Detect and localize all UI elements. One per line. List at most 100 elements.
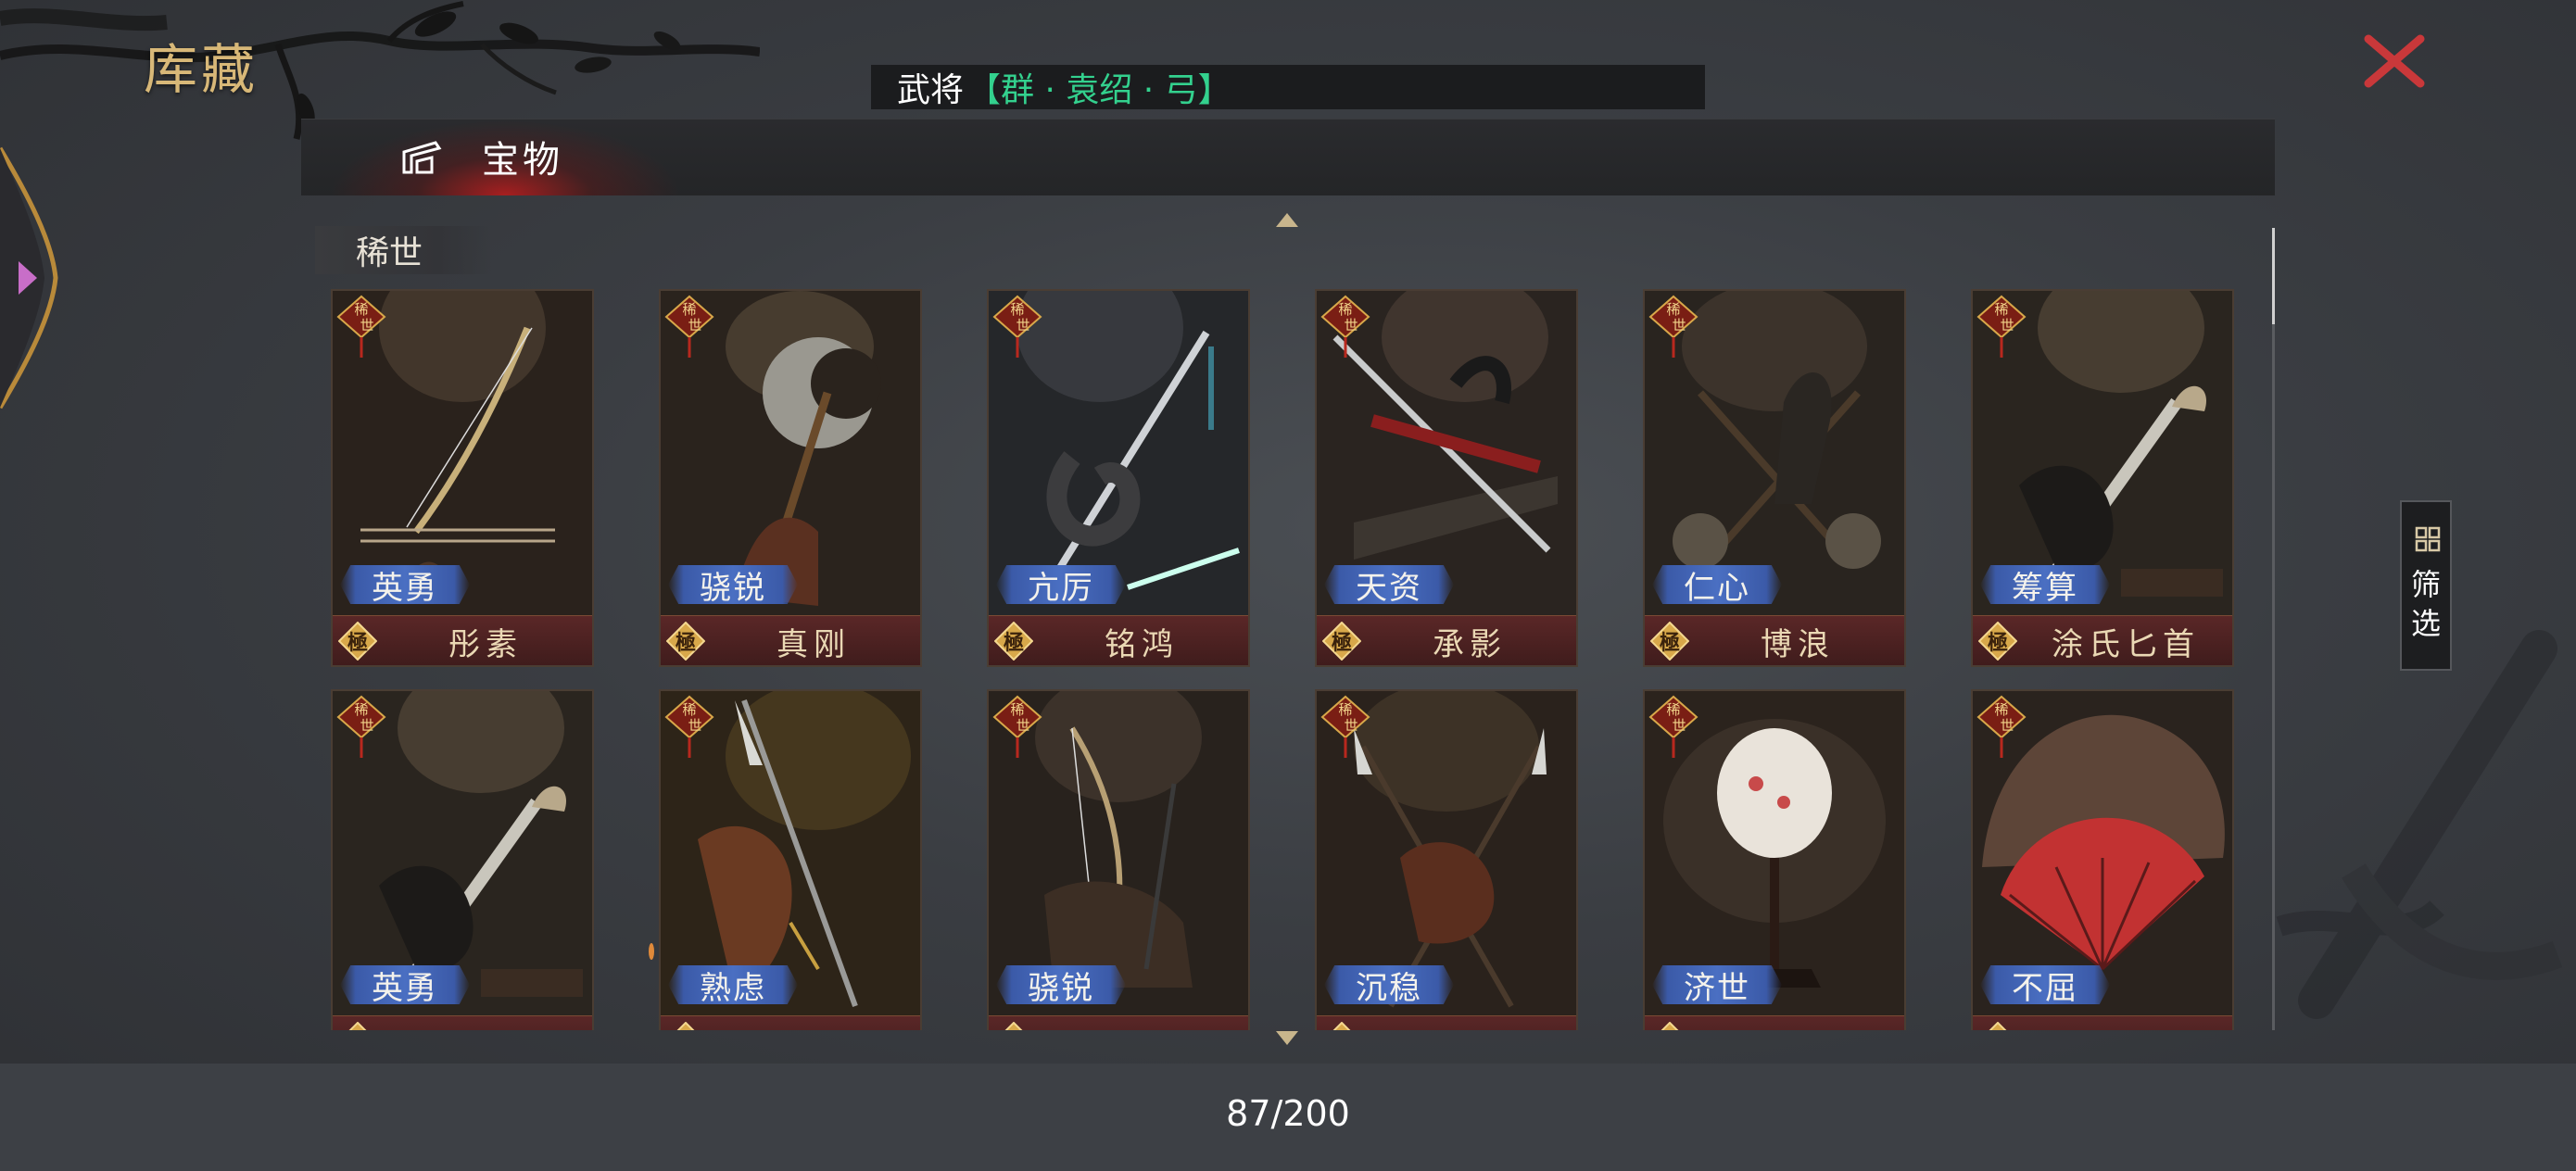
trait-tag: 骁锐 xyxy=(996,965,1126,1004)
svg-text:世: 世 xyxy=(1344,317,1357,334)
trait-tag: 骁锐 xyxy=(668,565,798,604)
rarity-badge-icon: 稀世 xyxy=(1648,695,1698,758)
svg-text:稀: 稀 xyxy=(1010,701,1024,718)
grade-label: 極 xyxy=(1978,1022,2017,1030)
treasure-card[interactable]: 稀世不屈極 xyxy=(1971,689,2234,1030)
svg-text:稀: 稀 xyxy=(1010,301,1024,318)
grade-label: 極 xyxy=(994,1022,1033,1030)
scroll-up-icon[interactable] xyxy=(1275,211,1299,228)
rarity-badge-icon: 稀世 xyxy=(1648,295,1698,358)
svg-text:稀: 稀 xyxy=(354,701,368,718)
card-name: 博浪 xyxy=(1761,625,1835,663)
card-name xyxy=(2019,1016,2232,1030)
treasure-card[interactable]: 稀世亢厉極 铭鸿 xyxy=(987,289,1250,667)
svg-text:稀: 稀 xyxy=(1994,701,2008,718)
ember-spark xyxy=(649,943,654,960)
grade-label: 極 xyxy=(666,1022,705,1030)
grade-label: 極 xyxy=(1650,1022,1689,1030)
card-name xyxy=(1363,1016,1576,1030)
card-name: 铭鸿 xyxy=(1105,625,1179,663)
svg-text:世: 世 xyxy=(1672,717,1686,734)
rarity-badge-icon: 稀世 xyxy=(1976,695,2027,758)
treasure-card[interactable]: 稀世沉稳極 xyxy=(1315,689,1578,1030)
grade-label: 極 xyxy=(1003,632,1024,655)
trait-tag: 亢厉 xyxy=(996,565,1126,604)
card-name-bar: 極 xyxy=(1973,1015,2232,1030)
card-name-bar: 極 涂氏匕首 xyxy=(1973,615,2232,665)
rarity-badge-icon: 稀世 xyxy=(1320,295,1370,358)
svg-text:世: 世 xyxy=(1344,717,1357,734)
card-name-bar: 極 xyxy=(333,1015,592,1030)
grade-label: 極 xyxy=(347,632,368,655)
scrollbar-thumb[interactable] xyxy=(2272,228,2275,324)
card-name-bar: 極 xyxy=(989,1015,1248,1030)
svg-text:世: 世 xyxy=(2000,317,2014,334)
card-name-bar: 極 xyxy=(661,1015,920,1030)
rarity-badge-icon: 稀世 xyxy=(664,295,714,358)
svg-text:世: 世 xyxy=(360,717,373,734)
treasure-card[interactable]: 稀世骁锐極 xyxy=(987,689,1250,1030)
general-value: 【群 · 袁绍 · 弓】 xyxy=(967,71,1231,109)
card-name-bar: 極 铭鸿 xyxy=(989,615,1248,665)
svg-text:世: 世 xyxy=(1016,717,1029,734)
grade-label: 極 xyxy=(1987,632,2008,655)
treasure-card[interactable]: 稀世骁锐極 真刚 xyxy=(659,289,922,667)
treasure-card[interactable]: 稀世济世極 xyxy=(1643,689,1906,1030)
trait-tag: 筹算 xyxy=(1980,565,2110,604)
grade-label: 極 xyxy=(1331,632,1352,655)
card-name xyxy=(1035,1016,1248,1030)
section-rarity-label: 稀世 xyxy=(315,226,491,274)
treasure-card[interactable]: 稀世天资極 承影 xyxy=(1315,289,1578,667)
rarity-badge-icon: 稀世 xyxy=(1976,295,2027,358)
svg-text:稀: 稀 xyxy=(1666,301,1680,318)
svg-text:世: 世 xyxy=(688,317,701,334)
svg-text:稀: 稀 xyxy=(1666,701,1680,718)
trait-tag: 英勇 xyxy=(340,965,470,1004)
scroll-down-icon[interactable] xyxy=(1275,1030,1299,1047)
card-name: 彤素 xyxy=(448,625,523,663)
svg-text:世: 世 xyxy=(688,717,701,734)
card-name: 真刚 xyxy=(777,625,851,663)
card-name: 承影 xyxy=(1433,625,1507,663)
rarity-badge-icon: 稀世 xyxy=(1320,695,1370,758)
tab-treasure-label: 宝物 xyxy=(482,139,563,182)
svg-text:稀: 稀 xyxy=(1338,701,1352,718)
side-drawer-handle[interactable] xyxy=(0,139,65,417)
treasure-card[interactable]: 稀世熟虑極 xyxy=(659,689,922,1030)
grade-label: 極 xyxy=(1322,1022,1361,1030)
card-name: 涂氏匕首 xyxy=(2052,625,2200,663)
general-info-bar: 武将 【群 · 袁绍 · 弓】 xyxy=(871,65,1705,109)
svg-text:稀: 稀 xyxy=(354,301,368,318)
svg-text:稀: 稀 xyxy=(682,301,696,318)
grade-label: 極 xyxy=(1659,632,1680,655)
trait-tag: 英勇 xyxy=(340,565,470,604)
grid-filter-icon xyxy=(2415,526,2441,552)
card-name-bar: 極 真刚 xyxy=(661,615,920,665)
treasure-card[interactable]: 稀世英勇極 xyxy=(331,689,594,1030)
treasure-card[interactable]: 稀世筹算極 涂氏匕首 xyxy=(1971,289,2234,667)
treasure-card[interactable]: 稀世仁心極 博浪 xyxy=(1643,289,1906,667)
trait-tag: 仁心 xyxy=(1652,565,1782,604)
svg-text:稀: 稀 xyxy=(1338,301,1352,318)
treasure-icon xyxy=(402,141,442,174)
tab-bar xyxy=(301,119,2275,195)
trait-tag: 不屈 xyxy=(1980,965,2110,1004)
card-name-bar: 極 承影 xyxy=(1317,615,1576,665)
rarity-badge-icon: 稀世 xyxy=(336,295,386,358)
svg-text:世: 世 xyxy=(1016,317,1029,334)
card-name xyxy=(1691,1016,1904,1030)
svg-text:世: 世 xyxy=(360,317,373,334)
trait-tag: 天资 xyxy=(1324,565,1454,604)
rarity-badge-icon: 稀世 xyxy=(992,695,1042,758)
card-name-bar: 極 xyxy=(1317,1015,1576,1030)
grade-label: 極 xyxy=(338,1022,377,1030)
close-icon[interactable] xyxy=(2361,33,2428,89)
svg-text:世: 世 xyxy=(1672,317,1686,334)
svg-text:世: 世 xyxy=(2000,717,2014,734)
card-name-bar: 極 彤素 xyxy=(333,615,592,665)
rarity-badge-icon: 稀世 xyxy=(992,295,1042,358)
rarity-badge-icon: 稀世 xyxy=(336,695,386,758)
grade-label: 極 xyxy=(675,632,696,655)
trait-tag: 济世 xyxy=(1652,965,1782,1004)
treasure-card[interactable]: 稀世英勇極 彤素 xyxy=(331,289,594,667)
